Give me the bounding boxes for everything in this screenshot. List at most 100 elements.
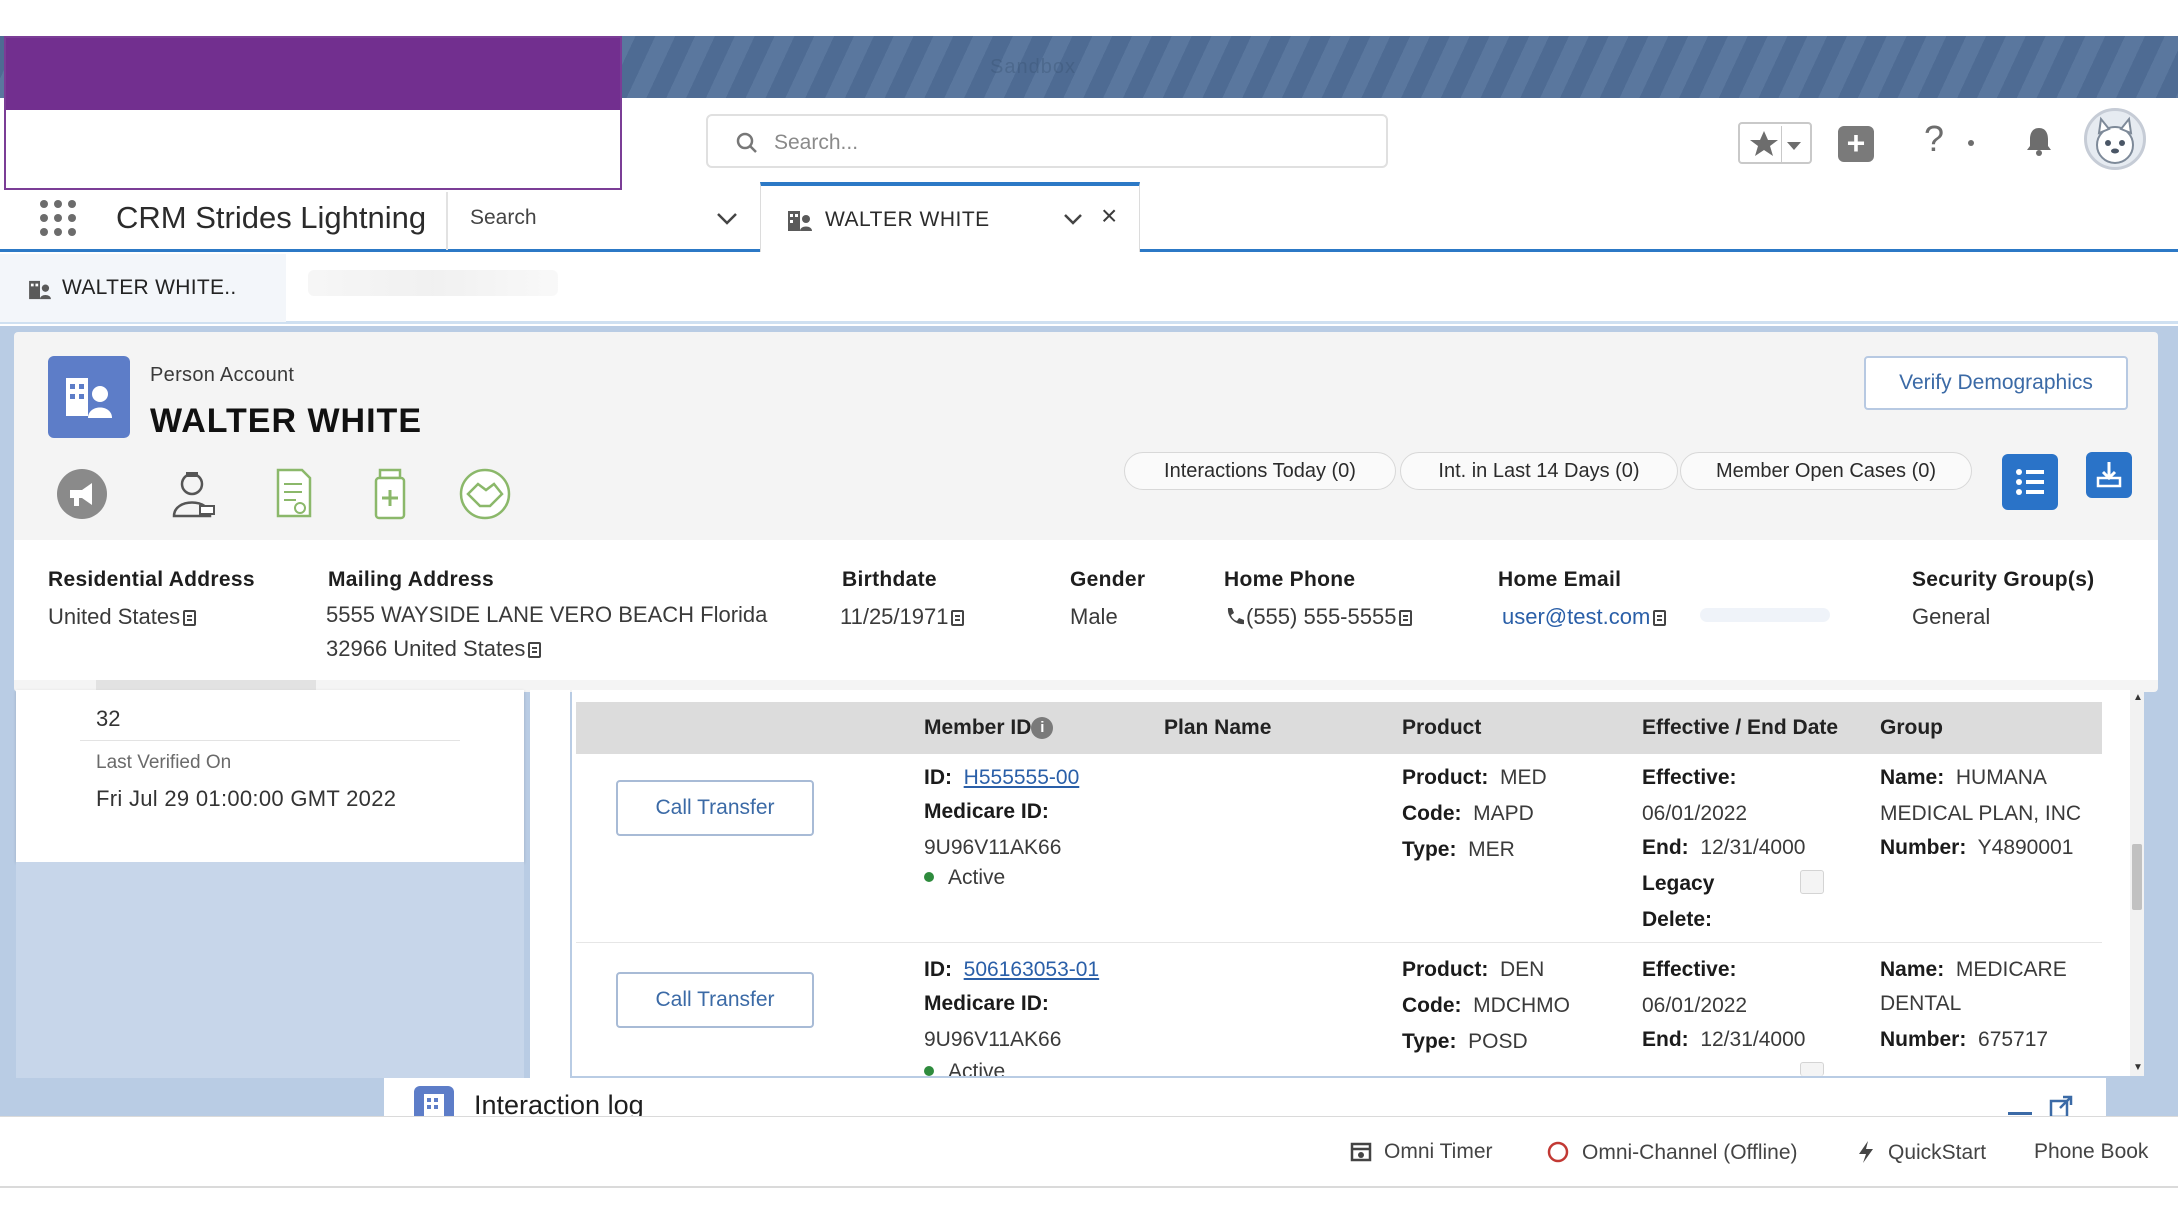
id-label: ID:	[924, 958, 952, 981]
nav-dropdown-chevron-icon[interactable]	[716, 212, 738, 231]
copy-icon[interactable]	[951, 610, 965, 626]
group-number-value: 675717	[1978, 1028, 2049, 1051]
document-icon[interactable]	[272, 466, 316, 527]
mailing-address-line1: 5555 WAYSIDE LANE VERO BEACH Florida	[326, 602, 768, 627]
tab-label: WALTER WHITE	[825, 208, 990, 231]
utility-bar	[0, 1116, 2178, 1188]
blurred-subtab[interactable]	[308, 270, 558, 296]
quickstart-item[interactable]: QuickStart	[1856, 1140, 1986, 1165]
th-group: Group	[1880, 716, 1943, 739]
table-row-2-group-number: Number: 675717	[1880, 1028, 2048, 1052]
code-label: Code:	[1402, 994, 1462, 1017]
table-row-1-type: Type: MER	[1402, 838, 1515, 862]
search-icon	[736, 132, 757, 153]
minimize-icon[interactable]	[2008, 1112, 2032, 1115]
help-icon[interactable]: ?	[1924, 118, 1944, 160]
card-divider	[80, 740, 460, 741]
nav-divider	[446, 192, 448, 250]
end-label: End:	[1642, 836, 1689, 859]
home-phone-label: Home Phone	[1224, 568, 1356, 591]
pill-interactions-today[interactable]: Interactions Today (0)	[1124, 452, 1396, 490]
mailing-address-line2: 32966 United States	[326, 636, 542, 662]
id-label: ID:	[924, 766, 952, 789]
download-button[interactable]	[2086, 452, 2132, 498]
download-icon	[2096, 462, 2122, 488]
legacy-delete-checkbox[interactable]	[1800, 870, 1824, 894]
table-row-1-effective-value: 06/01/2022	[1642, 802, 1748, 825]
home-email-label: Home Email	[1498, 568, 1622, 591]
tab-chevron-down-icon[interactable]	[1063, 212, 1083, 230]
security-group-label: Security Group(s)	[1912, 568, 2095, 591]
mailing-address-line2-text: 32966 United States	[326, 636, 526, 661]
scrollbar-thumb[interactable]	[2132, 844, 2142, 910]
handshake-icon[interactable]	[456, 468, 514, 525]
row-divider	[576, 942, 2102, 943]
list-view-button[interactable]	[2002, 454, 2058, 510]
home-email-link[interactable]: user@test.com	[1502, 604, 1650, 629]
gender-value: Male	[1070, 604, 1118, 629]
copy-icon[interactable]	[1399, 610, 1413, 626]
call-transfer-button[interactable]: Call Transfer	[616, 780, 814, 836]
member-id-link[interactable]: H555555-00	[964, 766, 1080, 789]
status-text: Active	[948, 1060, 1006, 1076]
residential-address-value: United States	[48, 604, 197, 630]
person-badge-icon[interactable]	[166, 466, 222, 527]
omni-channel-label: Omni-Channel (Offline)	[1582, 1141, 1798, 1164]
type-label: Type:	[1402, 1030, 1457, 1053]
pill-member-open-cases[interactable]: Member Open Cases (0)	[1680, 452, 1972, 490]
scroll-down-arrow-icon[interactable]: ▼	[2133, 1062, 2143, 1073]
person-account-icon	[787, 210, 813, 237]
type-label: Type:	[1402, 838, 1457, 861]
end-label: End:	[1642, 1028, 1689, 1051]
table-row-2-group-name: Name: MEDICARE	[1880, 958, 2067, 982]
copy-icon[interactable]	[1653, 610, 1667, 626]
status-text: Active	[948, 866, 1006, 889]
omni-channel-item[interactable]: Omni-Channel (Offline)	[1546, 1140, 1798, 1165]
person-account-record-icon	[48, 356, 130, 438]
subtab-walter-white[interactable]: WALTER WHITE..	[0, 254, 286, 322]
table-row-1-group-number: Number: Y4890001	[1880, 836, 2073, 860]
birthdate-text: 11/25/1971	[840, 604, 949, 629]
phone-icon[interactable]	[1224, 605, 1246, 627]
global-search-input[interactable]: Search...	[706, 114, 1388, 168]
notifications-bell-icon[interactable]	[2022, 124, 2056, 163]
table-row-1-medicare-value: 9U96V11AK66	[924, 836, 1062, 859]
nav-search-label[interactable]: Search	[470, 206, 537, 230]
home-email-value: user@test.com	[1502, 604, 1667, 630]
scroll-up-arrow-icon[interactable]: ▲	[2133, 692, 2143, 703]
megaphone-icon[interactable]	[56, 468, 108, 525]
copy-icon[interactable]	[183, 610, 197, 626]
code-value: MAPD	[1473, 802, 1534, 825]
residential-address-label: Residential Address	[48, 568, 255, 591]
search-placeholder: Search...	[774, 131, 859, 154]
list-icon	[2016, 469, 2044, 495]
chevron-down-icon[interactable]	[1786, 138, 1802, 156]
verify-demographics-button[interactable]: Verify Demographics	[1864, 356, 2128, 410]
pill-interactions-14-days[interactable]: Int. in Last 14 Days (0)	[1400, 452, 1678, 490]
bottle-icon[interactable]	[370, 466, 410, 527]
info-icon[interactable]: i	[1031, 717, 1054, 739]
tab-walter-white[interactable]: WALTER WHITE ×	[760, 182, 1140, 252]
product-value: DEN	[1500, 958, 1545, 981]
copy-icon[interactable]	[528, 642, 542, 658]
security-group-value: General	[1912, 604, 1991, 629]
phone-book-item[interactable]: Phone Book	[2034, 1140, 2148, 1164]
member-id-link[interactable]: 506163053-01	[964, 958, 1099, 981]
tab-close-icon[interactable]: ×	[1101, 200, 1117, 232]
quickstart-label: QuickStart	[1888, 1141, 1987, 1164]
effective-label: Effective:	[1642, 958, 1737, 981]
type-value: POSD	[1468, 1030, 1528, 1053]
omni-timer-item[interactable]: Omni Timer	[1350, 1140, 1493, 1164]
group-name-label: Name:	[1880, 766, 1945, 789]
table-row-2-product: Product: DEN	[1402, 958, 1544, 982]
app-launcher-icon[interactable]	[40, 200, 76, 236]
group-number-value: Y4890001	[1977, 836, 2074, 859]
call-transfer-button[interactable]: Call Transfer	[616, 972, 814, 1028]
end-value: 12/31/4000	[1700, 836, 1806, 859]
calendar-clock-icon	[1350, 1142, 1372, 1162]
user-avatar[interactable]	[2084, 108, 2146, 170]
favorites-button[interactable]	[1738, 122, 1812, 164]
global-actions-add-icon[interactable]: +	[1838, 126, 1874, 162]
table-row-1-product: Product: MED	[1402, 766, 1547, 790]
legacy-delete-checkbox[interactable]	[1800, 1062, 1824, 1076]
